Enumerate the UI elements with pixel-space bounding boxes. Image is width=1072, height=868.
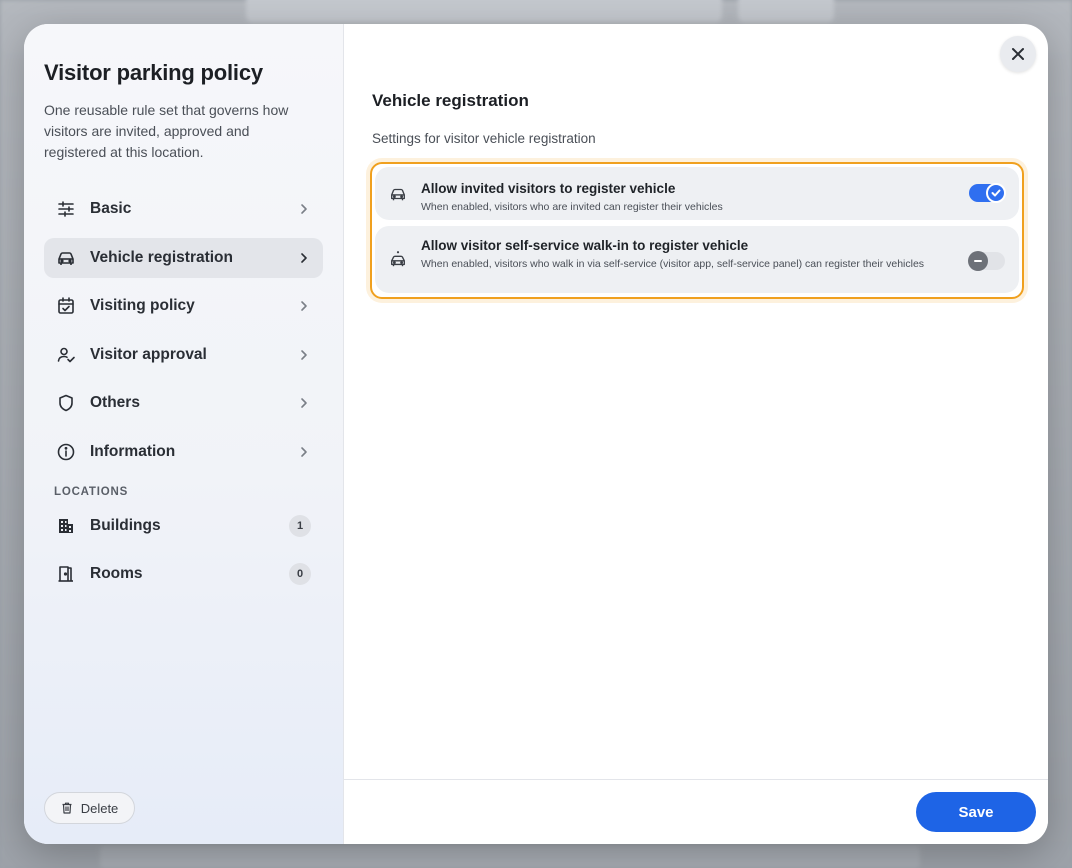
delete-button[interactable]: Delete [44, 792, 135, 824]
trash-icon [62, 802, 72, 814]
count-badge: 1 [289, 514, 311, 537]
close-icon [1012, 48, 1024, 60]
nav-item-visiting-policy[interactable]: Visiting policy [44, 286, 323, 326]
nav-item-visitor-approval[interactable]: Visitor approval [44, 335, 323, 375]
save-button[interactable]: Save [916, 792, 1036, 832]
locations-heading: LOCATIONS [54, 485, 129, 498]
sliders-icon [56, 199, 76, 219]
chevron-right-icon [301, 252, 307, 263]
dialog-title: Visitor parking policy [44, 60, 263, 85]
background-row [100, 846, 920, 868]
setting-row-invited-vehicle: Allow invited visitors to register vehic… [375, 167, 1019, 220]
building-icon [56, 516, 76, 536]
policy-dialog: Visitor parking policy One reusable rule… [24, 24, 1048, 844]
nav-item-basic[interactable]: Basic [44, 189, 323, 229]
minus-icon [974, 260, 982, 262]
nav-label: Buildings [90, 516, 161, 534]
nav-item-buildings[interactable]: Buildings 1 [44, 506, 323, 546]
chevron-right-icon [301, 301, 307, 311]
setting-row-walk-in-vehicle: Allow visitor self-service walk-in to re… [375, 226, 1019, 293]
toggle-knob [968, 251, 988, 271]
check-icon [991, 189, 1001, 197]
section-subtitle: Settings for visitor vehicle registratio… [372, 131, 596, 146]
dialog-footer: Save [344, 779, 1048, 844]
nav-item-others[interactable]: Others [44, 383, 323, 423]
nav-label: Rooms [90, 565, 143, 582]
background-search-bar [246, 0, 722, 22]
nav-label: Basic [90, 200, 132, 217]
door-icon [56, 564, 76, 584]
toggle-knob [986, 183, 1006, 203]
nav-item-vehicle-registration[interactable]: Vehicle registration [44, 237, 323, 278]
setting-description: When enabled, visitors who are invited c… [421, 201, 723, 213]
info-icon [56, 442, 76, 462]
dialog-sidebar: Visitor parking policy One reusable rule… [24, 24, 344, 844]
walk-in-car-icon [389, 250, 407, 268]
nav-label: Visitor approval [90, 345, 207, 363]
chevron-right-icon [301, 398, 307, 408]
car-icon [56, 248, 76, 268]
chevron-right-icon [301, 349, 307, 360]
setting-description: When enabled, visitors who walk in via s… [421, 258, 925, 270]
count-badge: 0 [289, 563, 311, 585]
setting-title: Allow invited visitors to register vehic… [421, 181, 676, 196]
nav-item-rooms[interactable]: Rooms 0 [44, 554, 323, 594]
dialog-content: Vehicle registration Settings for visito… [344, 24, 1048, 844]
nav-item-information[interactable]: Information [44, 432, 323, 472]
section-title: Vehicle registration [372, 91, 529, 110]
setting-title: Allow visitor self-service walk-in to re… [421, 238, 749, 253]
nav-label: Vehicle registration [90, 248, 233, 266]
nav-label: Information [90, 442, 176, 460]
close-button[interactable] [1000, 36, 1036, 72]
walk-in-vehicle-toggle[interactable] [968, 251, 1005, 271]
nav-label: Others [90, 394, 140, 411]
shield-icon [56, 393, 76, 413]
background-button [738, 0, 834, 22]
invited-vehicle-toggle[interactable] [969, 183, 1006, 203]
car-icon [389, 185, 407, 203]
chevron-right-icon [301, 446, 307, 457]
settings-group: Allow invited visitors to register vehic… [370, 162, 1024, 299]
calendar-check-icon [56, 296, 76, 316]
user-check-icon [56, 345, 76, 365]
dialog-description: One reusable rule set that governs how v… [44, 102, 289, 160]
chevron-right-icon [301, 204, 307, 214]
delete-label: Delete [80, 800, 119, 816]
nav-label: Visiting policy [90, 297, 195, 314]
